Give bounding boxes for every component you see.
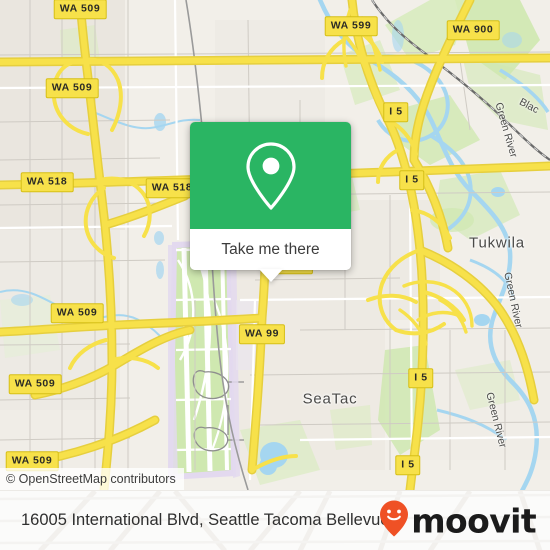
moovit-wordmark: moovit xyxy=(411,501,536,540)
moovit-map-screen: WA 509 WA 599 WA 900 WA 509 I 5 WA 518 W… xyxy=(0,0,550,550)
address-label: 16005 International Blvd, Seattle Tacoma… xyxy=(21,511,390,529)
footer-bar: 16005 International Blvd, Seattle Tacoma… xyxy=(0,490,550,550)
osm-attribution-text: © OpenStreetMap contributors xyxy=(6,472,176,486)
take-me-there-label: Take me there xyxy=(221,240,320,258)
shield-wa599: WA 599 xyxy=(324,16,378,36)
map-canvas[interactable]: WA 509 WA 599 WA 900 WA 509 I 5 WA 518 W… xyxy=(0,0,550,490)
shield-wa518-w: WA 518 xyxy=(20,172,74,192)
osm-attribution[interactable]: © OpenStreetMap contributors xyxy=(0,468,184,490)
shield-i5-s1: I 5 xyxy=(408,368,434,388)
moovit-smiley-pin-icon xyxy=(379,499,409,542)
shield-wa900: WA 900 xyxy=(446,20,500,40)
shield-i5-n2: I 5 xyxy=(399,170,425,190)
destination-popup-card[interactable]: Take me there xyxy=(190,122,351,282)
shield-i5-n1: I 5 xyxy=(383,102,409,122)
shield-wa509-s1: WA 509 xyxy=(8,374,62,394)
shield-i5-s2: I 5 xyxy=(395,455,421,475)
shield-wa99-m: WA 99 xyxy=(238,324,286,344)
shield-wa509-n1: WA 509 xyxy=(53,0,107,19)
take-me-there-button[interactable]: Take me there xyxy=(190,229,351,282)
popup-pointer-tail xyxy=(258,269,283,282)
place-label-seatac: SeaTac xyxy=(302,390,358,408)
moovit-logo[interactable]: moovit xyxy=(379,499,537,542)
shield-wa509-m: WA 509 xyxy=(50,303,104,323)
popup-header xyxy=(190,122,351,229)
map-pin-icon xyxy=(242,140,300,212)
shield-wa509-n2: WA 509 xyxy=(45,78,99,98)
place-label-tukwila: Tukwila xyxy=(469,234,525,252)
